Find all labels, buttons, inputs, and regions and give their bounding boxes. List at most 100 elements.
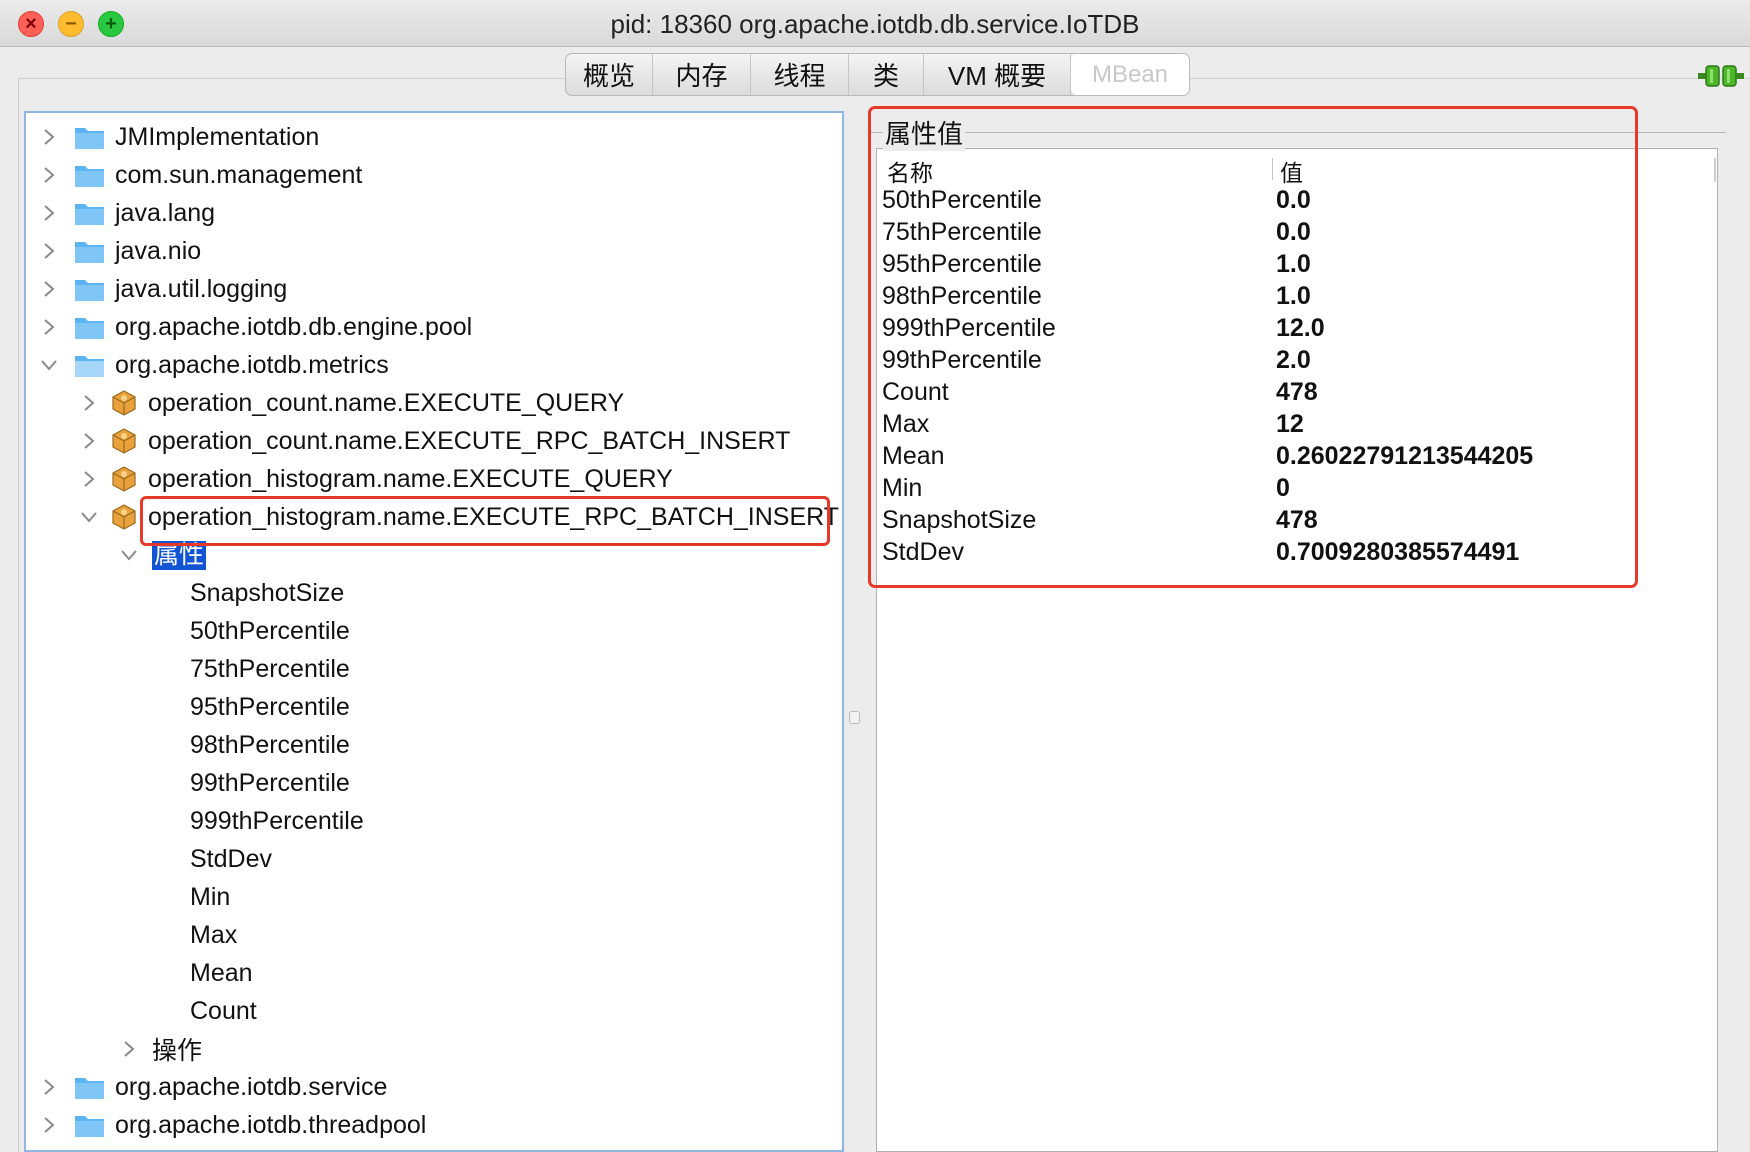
- folder-icon: [75, 165, 104, 187]
- tree-leaf-attribute[interactable]: Min: [190, 878, 230, 916]
- chevron-right-icon[interactable]: [38, 118, 60, 156]
- folder-icon: [75, 203, 104, 225]
- table-scrollbar[interactable]: [1714, 158, 1716, 182]
- tree-node-mbean[interactable]: operation_histogram.name.EXECUTE_QUERY: [78, 460, 673, 498]
- row-value: 0.26022791213544205: [1276, 442, 1534, 470]
- chevron-right-icon[interactable]: [38, 194, 60, 232]
- chevron-down-icon[interactable]: [38, 346, 60, 384]
- row-value: 0.7009280385574491: [1276, 538, 1520, 566]
- table-row[interactable]: Max 12: [877, 410, 1713, 442]
- tree-leaf-attribute[interactable]: 75thPercentile: [190, 650, 350, 688]
- tree-leaf-attribute[interactable]: Mean: [190, 954, 253, 992]
- tree-node-domain[interactable]: org.apache.iotdb.db.engine.pool: [38, 308, 472, 346]
- tree-node-label: org.apache.iotdb.service: [115, 1072, 388, 1101]
- row-name: 99thPercentile: [882, 346, 1042, 374]
- folder-icon: [75, 317, 104, 339]
- row-name: SnapshotSize: [882, 506, 1037, 534]
- table-row[interactable]: 50thPercentile 0.0: [877, 186, 1713, 218]
- row-value: 478: [1276, 506, 1318, 534]
- column-separator[interactable]: [1272, 158, 1273, 180]
- table-row[interactable]: Count 478: [877, 378, 1713, 410]
- tree-leaf-attribute[interactable]: 999thPercentile: [190, 802, 364, 840]
- row-value: 12: [1276, 410, 1304, 438]
- tree-leaf-attribute[interactable]: Count: [190, 992, 257, 1030]
- chevron-right-icon[interactable]: [118, 1030, 140, 1068]
- attribute-table-header: 名称 值: [877, 152, 1717, 186]
- chevron-down-icon[interactable]: [118, 536, 140, 574]
- mbean-tree[interactable]: JMImplementation com.sun.management java…: [24, 111, 844, 1152]
- row-value: 0.0: [1276, 186, 1311, 214]
- tree-node-domain[interactable]: java.lang: [38, 194, 215, 232]
- attribute-values-title: 属性值: [883, 114, 966, 151]
- tree-node-operations[interactable]: 操作: [118, 1030, 202, 1068]
- table-row[interactable]: Min 0: [877, 474, 1713, 506]
- tree-node-mbean[interactable]: operation_count.name.EXECUTE_QUERY: [78, 384, 624, 422]
- chevron-right-icon[interactable]: [38, 270, 60, 308]
- tab-memory[interactable]: 内存: [653, 54, 751, 95]
- row-name: Count: [882, 378, 949, 406]
- tree-leaf-attribute[interactable]: 99thPercentile: [190, 764, 350, 802]
- tree-node-mbean-expanded[interactable]: operation_histogram.name.EXECUTE_RPC_BAT…: [78, 498, 839, 536]
- mbean-bean-icon: [112, 466, 136, 492]
- chevron-right-icon[interactable]: [38, 1068, 60, 1106]
- tree-node-label: java.lang: [115, 198, 216, 227]
- folder-icon: [75, 1077, 104, 1099]
- chevron-right-icon[interactable]: [38, 156, 60, 194]
- chevron-right-icon[interactable]: [78, 460, 100, 498]
- table-row[interactable]: 75thPercentile 0.0: [877, 218, 1713, 250]
- column-header-name[interactable]: 名称: [887, 154, 933, 188]
- tree-node-label: org.apache.iotdb.threadpool: [115, 1110, 427, 1139]
- tree-leaf-attribute[interactable]: 50thPercentile: [190, 612, 350, 650]
- chevron-down-icon[interactable]: [78, 498, 100, 536]
- table-row[interactable]: 98thPercentile 1.0: [877, 282, 1713, 314]
- tab-overview[interactable]: 概览: [566, 54, 653, 95]
- tab-vm-summary[interactable]: VM 概要: [924, 54, 1071, 95]
- tree-node-domain[interactable]: org.apache.iotdb.service: [38, 1068, 387, 1106]
- tree-node-label: com.sun.management: [115, 160, 363, 189]
- table-row[interactable]: 99thPercentile 2.0: [877, 346, 1713, 378]
- chevron-right-icon[interactable]: [78, 422, 100, 460]
- tree-node-domain[interactable]: org.apache.iotdb.threadpool: [38, 1106, 426, 1144]
- tree-node-label: org.apache.iotdb.db.engine.pool: [115, 312, 473, 341]
- tree-leaf-attribute[interactable]: 98thPercentile: [190, 726, 350, 764]
- tree-leaf-attribute[interactable]: 95thPercentile: [190, 688, 350, 726]
- row-name: 95thPercentile: [882, 250, 1042, 278]
- row-name: 75thPercentile: [882, 218, 1042, 246]
- table-row[interactable]: 999thPercentile 12.0: [877, 314, 1713, 346]
- row-name: Mean: [882, 442, 945, 470]
- table-row[interactable]: StdDev 0.7009280385574491: [877, 538, 1713, 570]
- tree-node-domain-expanded[interactable]: org.apache.iotdb.metrics: [38, 346, 389, 384]
- tree-node-mbean[interactable]: operation_count.name.EXECUTE_RPC_BATCH_I…: [78, 422, 790, 460]
- tab-mbean[interactable]: MBean: [1071, 54, 1189, 95]
- tab-threads[interactable]: 线程: [751, 54, 849, 95]
- table-row[interactable]: Mean 0.26022791213544205: [877, 442, 1713, 474]
- folder-icon: [75, 279, 104, 301]
- row-name: 98thPercentile: [882, 282, 1042, 310]
- tree-leaf-attribute[interactable]: SnapshotSize: [190, 574, 344, 612]
- tree-node-domain[interactable]: JMImplementation: [38, 118, 319, 156]
- tree-leaf-attribute[interactable]: StdDev: [190, 840, 272, 878]
- table-row[interactable]: 95thPercentile 1.0: [877, 250, 1713, 282]
- chevron-right-icon[interactable]: [78, 384, 100, 422]
- tree-node-domain[interactable]: java.util.logging: [38, 270, 287, 308]
- chevron-right-icon[interactable]: [38, 1106, 60, 1144]
- row-name: Max: [882, 410, 930, 438]
- folder-icon: [75, 1115, 104, 1137]
- tree-leaf-attribute[interactable]: Max: [190, 916, 237, 954]
- row-value: 1.0: [1276, 250, 1311, 278]
- chevron-right-icon[interactable]: [38, 232, 60, 270]
- column-header-value[interactable]: 值: [1280, 154, 1303, 188]
- mbean-bean-icon: [112, 390, 136, 416]
- tab-classes[interactable]: 类: [849, 54, 924, 95]
- tree-node-domain[interactable]: java.nio: [38, 232, 201, 270]
- tree-node-domain[interactable]: com.sun.management: [38, 156, 362, 194]
- row-value: 2.0: [1276, 346, 1311, 374]
- chevron-right-icon[interactable]: [38, 308, 60, 346]
- table-row[interactable]: SnapshotSize 478: [877, 506, 1713, 538]
- split-pane-divider[interactable]: [849, 711, 860, 724]
- row-name: StdDev: [882, 538, 964, 566]
- folder-open-icon: [75, 355, 104, 377]
- row-value: 12.0: [1276, 314, 1325, 342]
- tree-node-attributes[interactable]: 属性: [118, 536, 207, 574]
- tree-node-label-selected: 属性: [152, 540, 207, 570]
